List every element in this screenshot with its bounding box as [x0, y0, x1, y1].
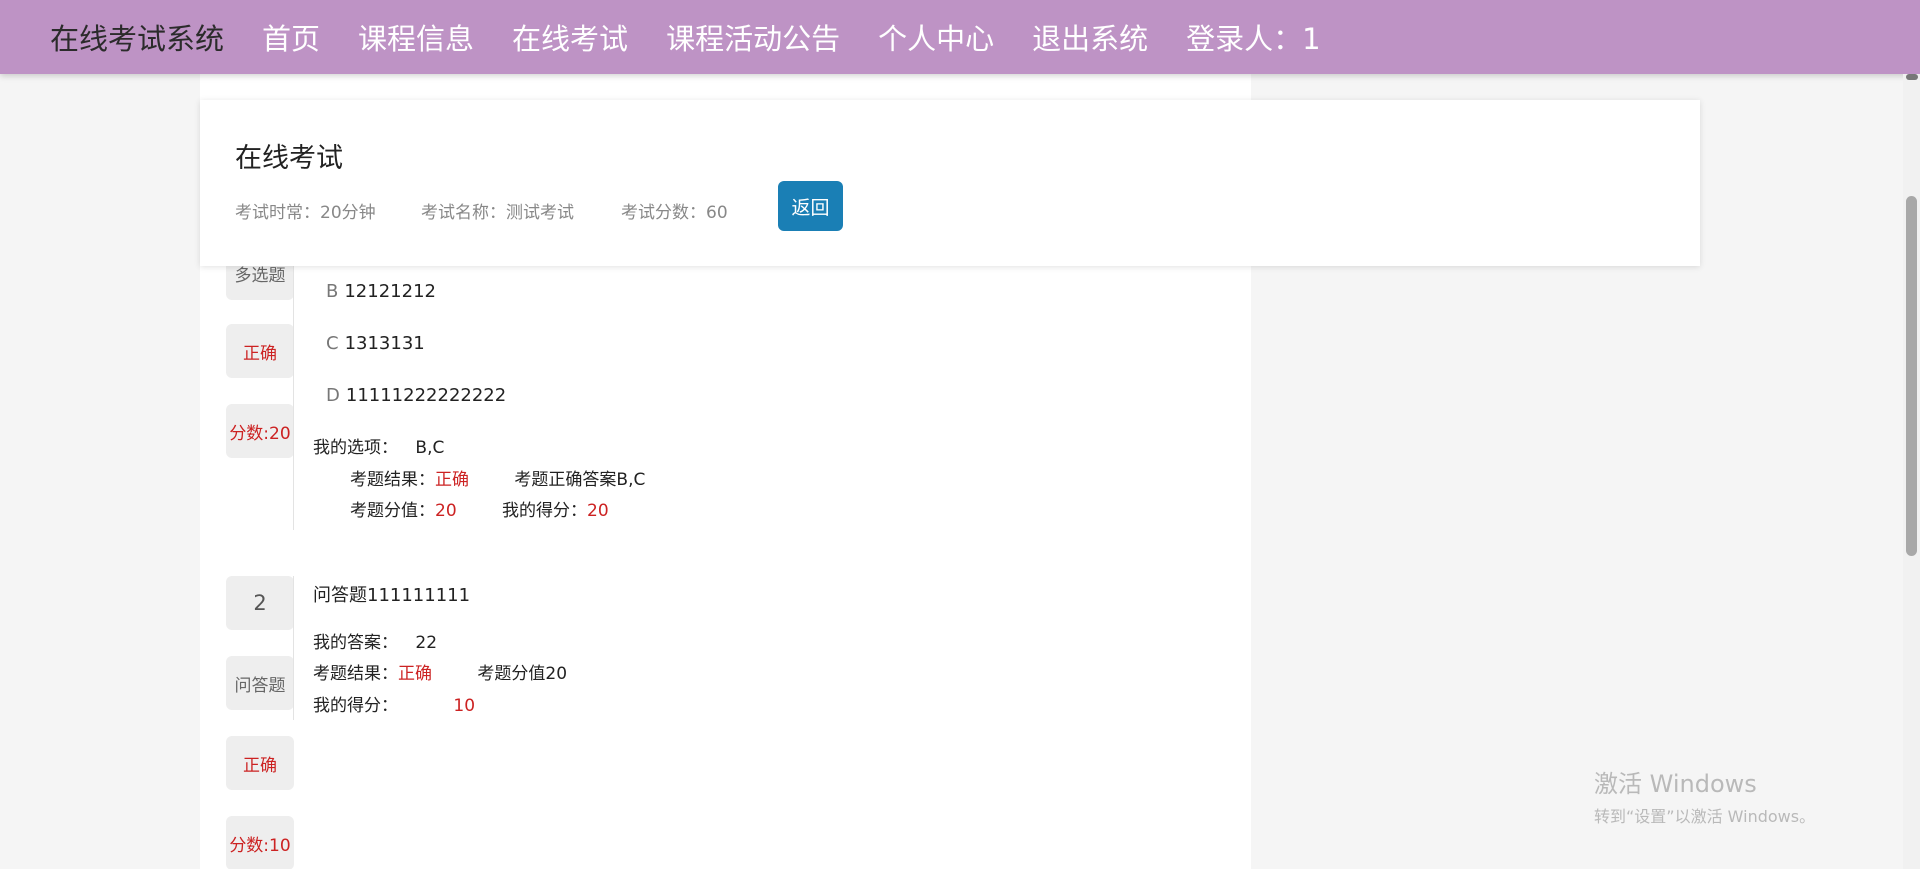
question-status-tag: 正确 — [226, 736, 294, 790]
exam-duration: 考试时常：20分钟 — [235, 203, 376, 223]
value-label: 考题分值： — [350, 501, 435, 521]
result-label: 考题结果： — [313, 664, 398, 684]
question-text: 问答题111111111 — [313, 585, 471, 606]
scrollbar-thumb[interactable] — [1906, 196, 1917, 556]
question-divider — [293, 266, 294, 530]
my-answer-value: 22 — [415, 633, 438, 653]
option-text: 11111222222222 — [345, 385, 507, 406]
my-score-label: 我的得分： — [502, 501, 588, 521]
result-label: 考题结果： — [350, 470, 435, 490]
scrollbar[interactable] — [1903, 74, 1920, 869]
question-number-tag: 2 — [226, 576, 294, 630]
my-choice-value: B,C — [415, 438, 445, 458]
option-d[interactable]: D 11111222222222 — [326, 385, 506, 406]
option-letter: B — [326, 281, 339, 302]
nav-item-logout[interactable]: 退出系统 — [1032, 16, 1148, 58]
value-text: 考题分值20 — [477, 664, 568, 684]
option-letter: C — [326, 333, 339, 354]
result-value: 正确 — [435, 470, 469, 490]
option-text: 1313131 — [344, 333, 425, 354]
my-choice-label: 我的选项： — [313, 438, 398, 458]
nav-item-home[interactable]: 首页 — [262, 16, 320, 58]
my-answer-row: 我的答案： 22 — [313, 628, 437, 653]
my-score-value: 10 — [453, 696, 476, 716]
question-status-tag: 正确 — [226, 324, 294, 378]
scrollbar-top-mark — [1906, 74, 1918, 80]
result-row: 考题结果：正确 考题正确答案B,C — [350, 465, 645, 490]
nav-item-announcements[interactable]: 课程活动公告 — [666, 16, 840, 58]
my-answer-label: 我的答案： — [313, 633, 398, 653]
option-text: 12121212 — [344, 281, 436, 302]
score-row: 考题分值：20 我的得分：20 — [350, 496, 609, 521]
nav-item-online-exam[interactable]: 在线考试 — [512, 16, 628, 58]
my-score-value: 20 — [587, 501, 609, 521]
watermark-line2: 转到“设置”以激活 Windows。 — [1594, 807, 1816, 826]
my-score-label: 我的得分： — [313, 696, 398, 716]
login-user-label: 登录人：1 — [1186, 22, 1321, 56]
option-letter: D — [326, 385, 340, 406]
result-value: 正确 — [398, 664, 432, 684]
nav-item-personal-center[interactable]: 个人中心 — [878, 16, 994, 58]
question-type-tag: 问答题 — [226, 656, 294, 710]
value-number: 20 — [435, 501, 457, 521]
exam-title: 在线考试 — [235, 143, 343, 174]
back-button[interactable]: 返回 — [778, 181, 843, 231]
nav-item-course-info[interactable]: 课程信息 — [358, 16, 474, 58]
score-row: 我的得分： 10 — [313, 691, 475, 716]
question-points-tag: 分数:20 — [226, 404, 294, 458]
exam-name: 考试名称：测试考试 — [421, 203, 574, 223]
exam-score: 考试分数：60 — [621, 203, 728, 223]
result-row: 考题结果：正确 考题分值20 — [313, 659, 567, 684]
windows-activation-watermark: 激活 Windows 转到“设置”以激活 Windows。 — [1594, 764, 1815, 827]
correct-answer: 考题正确答案B,C — [514, 470, 646, 490]
question-divider — [293, 576, 294, 720]
watermark-line1: 激活 Windows — [1594, 770, 1757, 798]
option-b[interactable]: B 12121212 — [326, 281, 436, 302]
top-navbar: 在线考试系统 首页 课程信息 在线考试 课程活动公告 个人中心 退出系统 登录人… — [0, 0, 1920, 74]
question-points-tag: 分数:10 — [226, 816, 294, 869]
option-c[interactable]: C 1313131 — [326, 333, 425, 354]
brand-title: 在线考试系统 — [50, 22, 225, 56]
my-choice-row: 我的选项： B,C — [313, 433, 444, 458]
exam-header: 在线考试 考试时常：20分钟 考试名称：测试考试 考试分数：60 返回 — [200, 100, 1700, 266]
